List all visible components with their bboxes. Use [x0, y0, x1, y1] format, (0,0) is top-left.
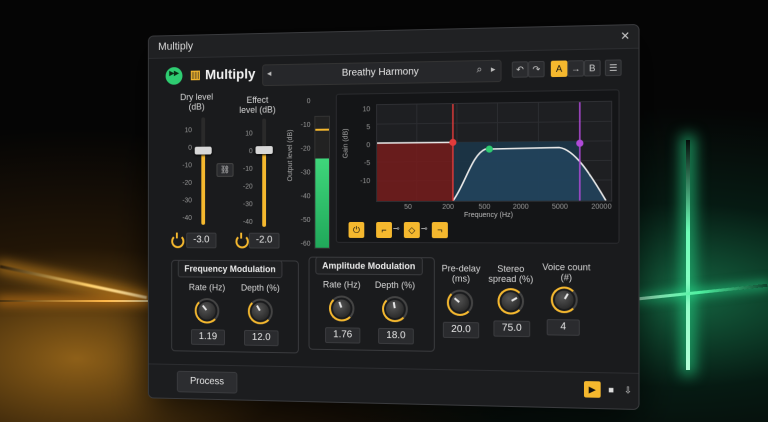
eq-ytick: -5 [364, 160, 371, 168]
background-light-beam [686, 140, 690, 370]
output-meter-label: Output level (dB) [287, 129, 295, 182]
export-icon[interactable]: ⇩ [620, 382, 637, 399]
redo-icon[interactable]: ↷ [528, 60, 545, 78]
eq-xtick: 5000 [551, 203, 568, 211]
voice-count-value[interactable]: 4 [546, 319, 580, 336]
stop-icon[interactable]: ■ [603, 381, 620, 398]
eq-mid-handle [485, 145, 493, 153]
window-title: Multiply [158, 40, 194, 53]
effect-level-value[interactable]: -2.0 [248, 232, 280, 249]
eq-lowcut-icon[interactable]: ⌐ [376, 221, 392, 239]
preset-name[interactable]: Breathy Harmony [263, 65, 500, 80]
dry-fader-fill [201, 150, 206, 225]
fm-rate-value[interactable]: 1.19 [190, 329, 225, 346]
stereo-spread-value[interactable]: 75.0 [493, 320, 531, 338]
preset-selector[interactable]: ◂ Breathy Harmony ⌕ ▸ [262, 59, 502, 87]
amplitude-modulation-section: Amplitude Modulation Rate (Hz) Depth (%)… [308, 256, 435, 352]
background-light-beam [0, 300, 150, 302]
fm-depth-label: Depth (%) [240, 282, 280, 293]
dry-fader-handle[interactable] [194, 146, 212, 155]
am-depth-knob[interactable] [382, 295, 408, 323]
effect-power-icon[interactable] [235, 234, 249, 249]
effect-fader-handle[interactable] [255, 146, 273, 155]
predelay-value[interactable]: 20.0 [442, 321, 480, 339]
frequency-modulation-title: Frequency Modulation [177, 259, 283, 279]
eq-graph[interactable] [376, 101, 612, 202]
fm-rate-label: Rate (Hz) [188, 282, 226, 293]
output-meter-peak [315, 128, 329, 131]
voice-count-label: Voice count (#) [542, 261, 591, 283]
eq-low-handle [449, 138, 457, 146]
eq-high-handle [576, 139, 584, 147]
dry-level-label: Dry level (dB) [180, 91, 214, 112]
eq-ylabel: Gain (dB) [342, 128, 350, 159]
am-depth-label: Depth (%) [374, 279, 416, 291]
eq-xtick: 500 [478, 203, 491, 211]
eq-ytick: 5 [366, 124, 371, 132]
ab-copy-icon[interactable]: → [567, 60, 584, 77]
plugin-window: Multiply ✕ ▸▸ ▥ Multiply ◂ Breathy Harmo… [147, 23, 640, 411]
eq-ytick: 0 [366, 142, 371, 150]
voice-count-knob[interactable] [550, 286, 578, 314]
link-faders-icon[interactable]: ⛓ [216, 163, 234, 177]
am-rate-label: Rate (Hz) [322, 279, 361, 290]
output-meter-fill [315, 158, 329, 248]
eq-xtick: 20000 [591, 203, 612, 211]
ab-b-button[interactable]: B [583, 59, 601, 77]
eq-link-icon[interactable]: ⊸ [393, 224, 400, 233]
am-rate-knob[interactable] [328, 295, 355, 322]
frequency-modulation-section: Frequency Modulation Rate (Hz) Depth (%)… [171, 259, 299, 354]
eq-power-icon[interactable]: ⏻ [348, 221, 365, 238]
footer-bar: Process ▶ ■ ⇩ [148, 363, 639, 410]
eq-xtick: 200 [442, 203, 454, 211]
eq-bell-icon[interactable]: ◇ [403, 222, 420, 239]
eq-xtick: 50 [404, 203, 412, 211]
eq-panel: Gain (dB) 10 5 0 -5 -10 50 200 500 2000 … [335, 89, 620, 244]
eq-ytick: -10 [360, 178, 371, 186]
eq-xtick: 2000 [512, 203, 529, 211]
output-meter [314, 115, 330, 249]
process-button[interactable]: Process [176, 370, 238, 394]
toolbar: ▸▸ ▥ Multiply ◂ Breathy Harmony ⌕ ▸ ↶ ↷ … [149, 54, 639, 89]
ab-a-button[interactable]: A [550, 60, 568, 78]
undo-icon[interactable]: ↶ [511, 61, 529, 78]
menu-icon[interactable]: ☰ [604, 59, 622, 77]
dry-power-icon[interactable] [171, 234, 185, 249]
play-icon[interactable]: ▶ [583, 381, 601, 398]
eq-highcut-icon[interactable]: ¬ [431, 222, 448, 239]
amplitude-modulation-title: Amplitude Modulation [315, 256, 423, 276]
background-light-beam [0, 265, 148, 300]
power-status-icon[interactable]: ▸▸ [165, 67, 183, 85]
eq-curve-svg[interactable] [377, 102, 611, 201]
am-depth-value[interactable]: 18.0 [378, 327, 414, 345]
fm-depth-value[interactable]: 12.0 [244, 329, 279, 347]
eq-xlabel: Frequency (Hz) [464, 211, 514, 220]
predelay-knob[interactable] [446, 289, 474, 317]
preset-next-icon[interactable]: ▸ [491, 64, 496, 75]
fm-depth-knob[interactable] [247, 298, 273, 325]
effect-fader-fill [262, 150, 267, 227]
window-titlebar: Multiply ✕ [148, 24, 639, 59]
stereo-spread-label: Stereo spread (%) [488, 263, 534, 285]
fm-rate-knob[interactable] [194, 297, 220, 324]
background-light-beam [631, 283, 768, 301]
effect-level-label: Effect level (dB) [239, 94, 276, 115]
eq-lowcut-band [377, 142, 453, 202]
app-name: Multiply [205, 65, 256, 83]
am-rate-value[interactable]: 1.76 [325, 327, 361, 344]
eq-ytick: 10 [362, 106, 371, 114]
stereo-spread-knob[interactable] [497, 287, 525, 315]
eq-link-icon[interactable]: ⊸ [421, 224, 428, 233]
close-icon[interactable]: ✕ [620, 25, 630, 48]
search-icon[interactable]: ⌕ [477, 64, 483, 75]
dry-level-value[interactable]: -3.0 [186, 232, 217, 249]
brand-icon: ▥ [190, 67, 201, 82]
predelay-label: Pre-delay (ms) [441, 263, 481, 284]
